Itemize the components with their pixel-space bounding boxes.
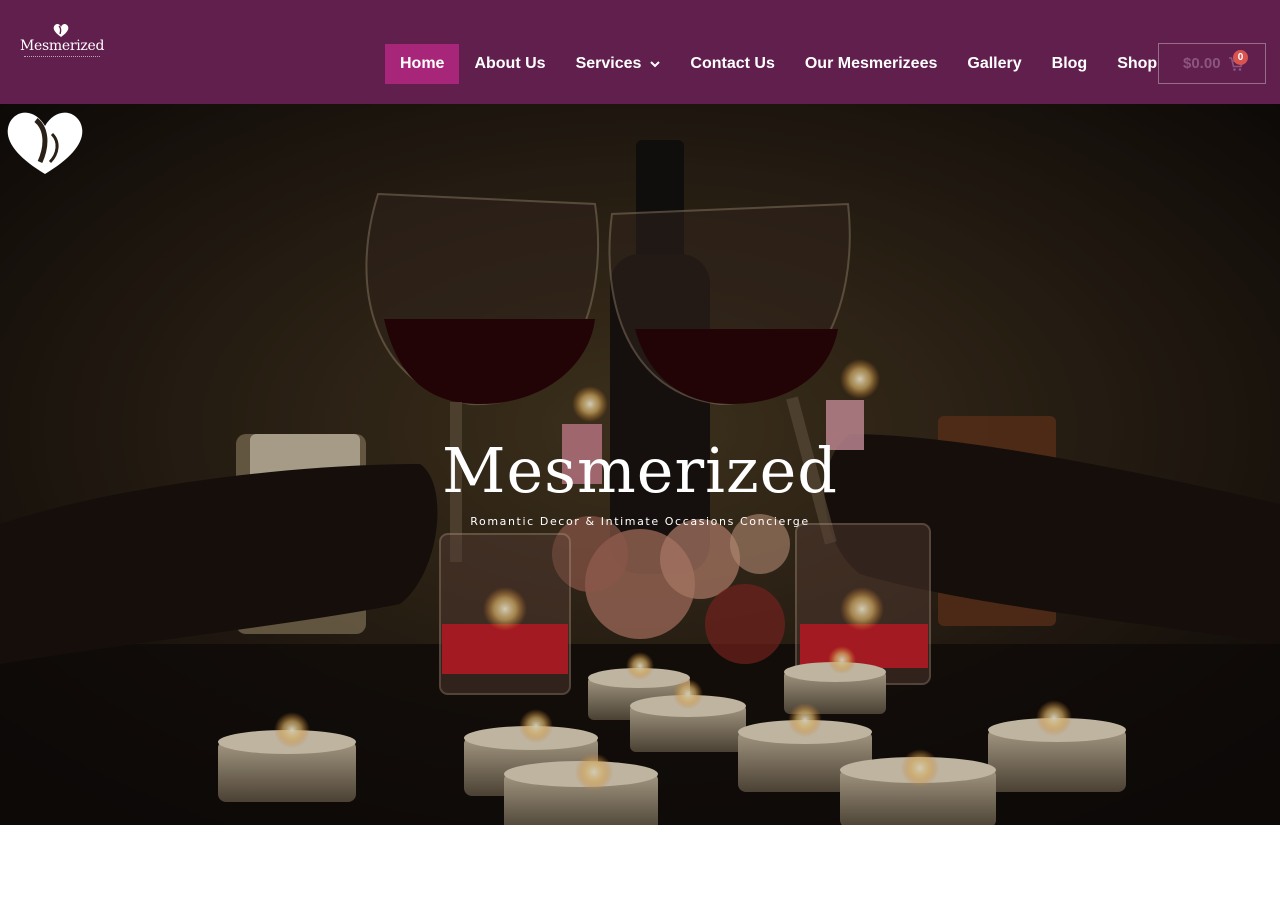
nav-home[interactable]: Home [385, 44, 460, 84]
nav-about-us[interactable]: About Us [459, 44, 560, 84]
nav-about-us-label: About Us [474, 55, 546, 72]
site-header: Mesmerized Home About Us Services Contac… [0, 0, 1280, 104]
chevron-down-icon [650, 61, 661, 68]
nav-blog[interactable]: Blog [1037, 44, 1103, 84]
heart-swirl-emblem-icon [7, 112, 83, 174]
content-area [0, 825, 1280, 900]
nav-services-label: Services [575, 55, 642, 72]
nav-home-label: Home [400, 55, 445, 72]
heart-swirl-logo-icon [53, 23, 69, 37]
nav-blog-label: Blog [1051, 55, 1088, 72]
cart-amount: $0.00 [1183, 55, 1221, 72]
cart-count-badge: 0 [1233, 50, 1248, 65]
logo-tagline-strip [24, 56, 100, 58]
nav-gallery-label: Gallery [967, 55, 1022, 72]
hero-banner: Mesmerized Romantic Decor & Intimate Occ… [0, 104, 1280, 825]
nav-services[interactable]: Services [561, 44, 676, 84]
hero-brand-name: Mesmerized [442, 434, 838, 507]
nav-shop-label: Shop [1117, 55, 1158, 72]
nav-gallery[interactable]: Gallery [952, 44, 1036, 84]
site-logo[interactable]: Mesmerized [20, 22, 104, 62]
cart-button[interactable]: $0.00 0 [1158, 43, 1266, 84]
nav-contact-us-label: Contact Us [690, 55, 775, 72]
nav-our-mesmerizees[interactable]: Our Mesmerizees [790, 44, 953, 84]
main-nav: Home About Us Services Contact Us Our Me… [385, 44, 1172, 84]
nav-contact-us[interactable]: Contact Us [675, 44, 789, 84]
logo-wordmark: Mesmerized [20, 38, 105, 54]
hero-tagline: Romantic Decor & Intimate Occasions Conc… [470, 515, 810, 528]
nav-our-mesmerizees-label: Our Mesmerizees [804, 55, 938, 72]
